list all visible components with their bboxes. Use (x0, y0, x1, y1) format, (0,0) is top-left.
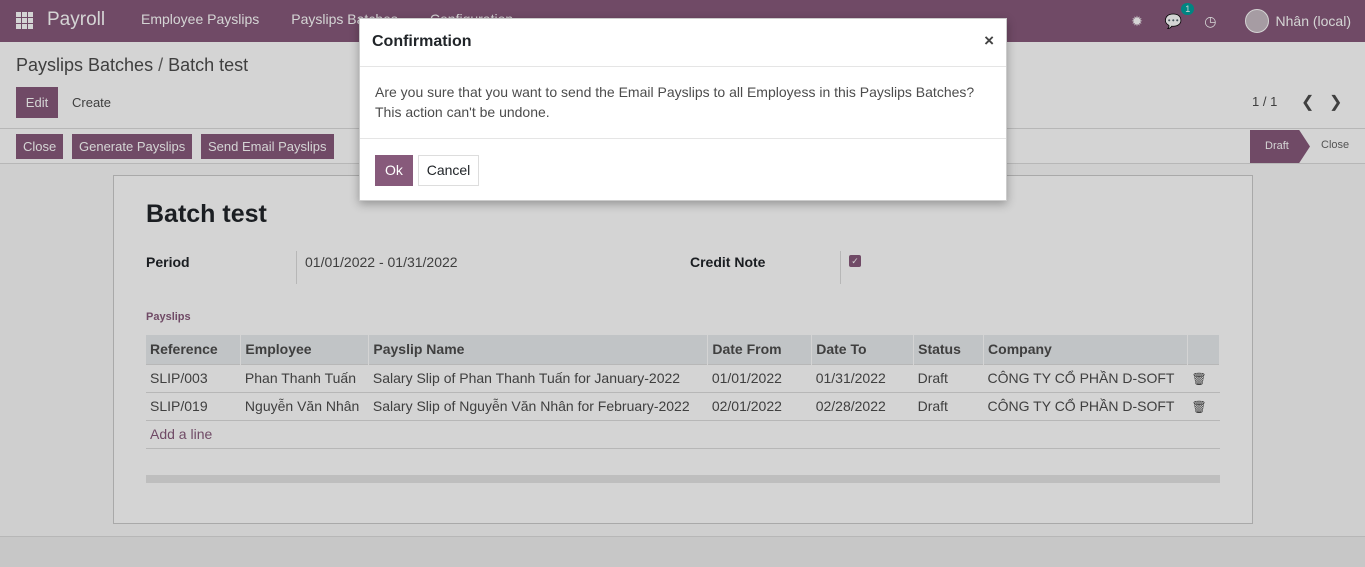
close-icon[interactable]: × (984, 31, 994, 51)
modal-message: Are you sure that you want to send the E… (375, 84, 975, 120)
modal-footer: Ok Cancel (360, 138, 1006, 200)
modal-title: Confirmation (372, 33, 472, 50)
cancel-button[interactable]: Cancel (418, 155, 479, 186)
ok-button[interactable]: Ok (375, 155, 413, 186)
confirmation-dialog: Confirmation × Are you sure that you wan… (359, 18, 1007, 201)
modal-header: Confirmation × (360, 19, 1006, 67)
